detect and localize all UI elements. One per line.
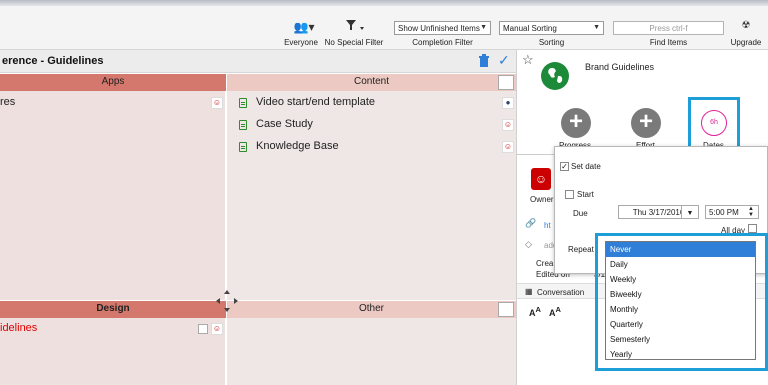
- link-icon: 🔗: [525, 218, 537, 228]
- chevron-down-icon: ▼: [593, 24, 600, 31]
- checkmark-icon[interactable]: ✓: [498, 52, 510, 69]
- all-day-checkbox[interactable]: [748, 224, 757, 233]
- task-icon: [239, 120, 247, 130]
- list-item[interactable]: Case Study: [256, 118, 313, 130]
- top-toolbar: 👥▾ Everyone No Special Filter Show Unfin…: [0, 0, 768, 50]
- search-input[interactable]: Press ctrl-f: [613, 21, 724, 35]
- list-item[interactable]: idelines: [0, 322, 37, 334]
- sorting-label: Sorting: [538, 38, 565, 47]
- due-date-value: Thu 3/17/2016: [632, 208, 685, 217]
- font-increase-icon[interactable]: AA: [529, 305, 541, 318]
- start-checkbox[interactable]: [565, 190, 574, 199]
- quadrant-header-other[interactable]: Other: [227, 301, 516, 318]
- resize-handle-icon[interactable]: [215, 289, 239, 313]
- owner-avatar[interactable]: ☺: [502, 141, 514, 153]
- quadrant-title-other: Other: [358, 303, 384, 314]
- window-strip: [0, 0, 768, 6]
- quadrant-title-content: Content: [353, 76, 390, 87]
- due-label: Due: [573, 209, 588, 218]
- sorting-value: Manual Sorting: [503, 24, 557, 33]
- item-checkbox[interactable]: [198, 324, 208, 334]
- completion-filter-value: Show Unfinished Items: [398, 24, 480, 33]
- find-items-label: Find Items: [649, 38, 688, 47]
- dates-highlight-box: [688, 97, 740, 151]
- owner-avatar[interactable]: ☺: [211, 323, 223, 335]
- owner-label: Owner: [530, 195, 554, 204]
- quadrant-other: [227, 318, 516, 385]
- quadrant-header-design[interactable]: Design: [0, 301, 226, 318]
- content-select-checkbox[interactable]: [498, 75, 514, 90]
- star-icon[interactable]: ☆: [522, 52, 534, 68]
- start-label: Start: [577, 190, 594, 199]
- task-icon: [239, 98, 247, 108]
- created-label: Crea: [536, 259, 554, 268]
- item-title[interactable]: Brand Guidelines: [585, 62, 654, 72]
- due-time-value: 5:00 PM: [709, 208, 739, 217]
- list-item[interactable]: res: [0, 96, 15, 108]
- trash-icon[interactable]: [478, 54, 490, 68]
- owner-avatar[interactable]: ●: [502, 97, 514, 109]
- item-globe-icon: [541, 62, 569, 90]
- conversation-icon: ▦: [525, 287, 533, 296]
- effort-plus-button[interactable]: +: [631, 108, 661, 138]
- owner-avatar[interactable]: ☺: [211, 97, 223, 109]
- special-filter-label[interactable]: No Special Filter: [322, 38, 386, 47]
- tag-icon: ◇: [525, 239, 532, 249]
- upgrade-label[interactable]: Upgrade: [728, 38, 764, 47]
- progress-plus-button[interactable]: +: [561, 108, 591, 138]
- quadrant-title-design: Design: [96, 303, 130, 314]
- owner-avatar[interactable]: ☺: [531, 168, 551, 190]
- link-text[interactable]: ht: [544, 221, 551, 230]
- due-date-picker-button[interactable]: ▼: [681, 205, 699, 219]
- list-item[interactable]: Knowledge Base: [256, 140, 339, 152]
- quadrant-content: Video start/end template ● Case Study ☺ …: [227, 91, 516, 300]
- quadrant-design: idelines ☺: [0, 318, 226, 385]
- set-date-label: Set date: [571, 162, 601, 171]
- filter-icon[interactable]: [340, 19, 370, 35]
- owner-avatar[interactable]: ☺: [502, 119, 514, 131]
- quadrant-title-apps: Apps: [101, 76, 125, 87]
- completion-filter-label: Completion Filter: [412, 38, 473, 47]
- sorting-select[interactable]: Manual Sorting ▼: [499, 21, 604, 35]
- chevron-down-icon: ▼: [480, 24, 487, 31]
- set-date-checkbox[interactable]: ✓: [560, 162, 569, 171]
- task-icon: [239, 142, 247, 152]
- quadrant-apps: res ☺: [0, 91, 226, 300]
- completion-filter-select[interactable]: Show Unfinished Items ▼: [394, 21, 491, 35]
- upgrade-icon[interactable]: ☢: [734, 20, 758, 31]
- users-icon[interactable]: 👥▾: [290, 20, 318, 34]
- font-decrease-icon[interactable]: AA: [549, 305, 561, 318]
- time-spinner-icon[interactable]: ▲ ▼: [748, 206, 754, 218]
- other-select-checkbox[interactable]: [498, 302, 514, 317]
- panel-divider: [517, 154, 557, 155]
- list-item[interactable]: Video start/end template: [256, 96, 375, 108]
- quadrant-header-content[interactable]: Content: [227, 74, 516, 91]
- repeat-label: Repeat: [568, 245, 594, 254]
- repeat-highlight-box: [595, 233, 768, 371]
- project-title-bar: erence - Guidelines ✓: [0, 50, 516, 73]
- everyone-filter-label[interactable]: Everyone: [281, 38, 321, 47]
- chevron-down-icon: ▼: [686, 210, 694, 217]
- page-title: erence - Guidelines: [2, 55, 104, 67]
- quadrant-header-apps[interactable]: Apps: [0, 74, 226, 91]
- conversation-label: Conversation: [537, 288, 585, 297]
